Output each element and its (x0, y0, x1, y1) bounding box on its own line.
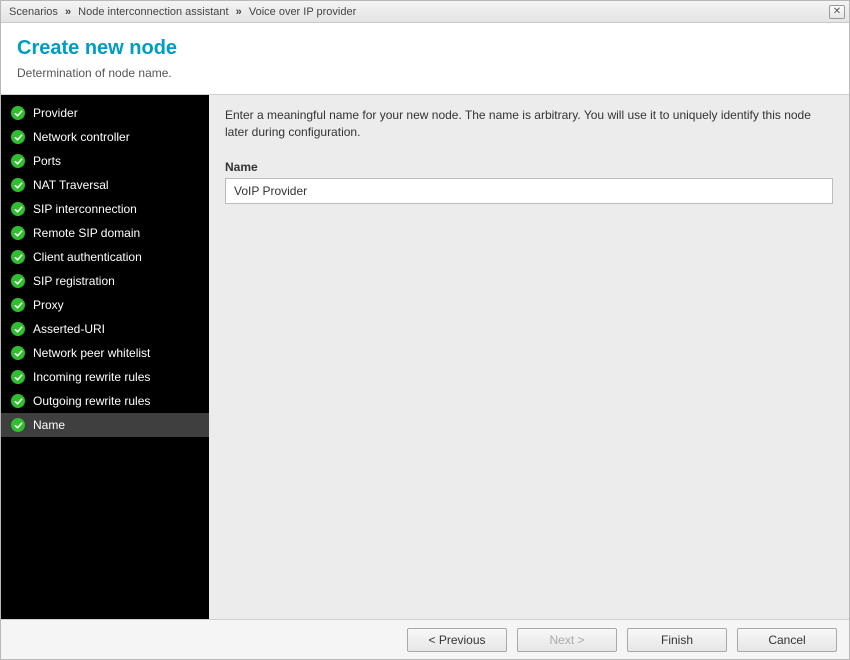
sidebar-step-label: Name (33, 418, 65, 432)
sidebar-step[interactable]: SIP interconnection (1, 197, 209, 221)
sidebar-step[interactable]: Proxy (1, 293, 209, 317)
sidebar-step-label: Remote SIP domain (33, 226, 140, 240)
sidebar-step[interactable]: SIP registration (1, 269, 209, 293)
close-icon: ✕ (833, 6, 841, 17)
check-icon (11, 418, 25, 432)
sidebar-step-label: Provider (33, 106, 78, 120)
sidebar-step[interactable]: NAT Traversal (1, 173, 209, 197)
titlebar: Scenarios » Node interconnection assista… (1, 1, 849, 23)
sidebar-step[interactable]: Ports (1, 149, 209, 173)
sidebar-step[interactable]: Asserted-URI (1, 317, 209, 341)
wizard-footer: < Previous Next > Finish Cancel (1, 619, 849, 659)
breadcrumb: Scenarios » Node interconnection assista… (9, 6, 829, 18)
finish-button[interactable]: Finish (627, 628, 727, 652)
breadcrumb-item: Node interconnection assistant (78, 6, 228, 18)
check-icon (11, 154, 25, 168)
sidebar-step[interactable]: Remote SIP domain (1, 221, 209, 245)
check-icon (11, 370, 25, 384)
name-input[interactable] (225, 178, 833, 204)
wizard-header: Create new node Determination of node na… (1, 23, 849, 95)
page-subtitle: Determination of node name. (17, 66, 833, 80)
check-icon (11, 178, 25, 192)
sidebar-step[interactable]: Client authentication (1, 245, 209, 269)
sidebar-step[interactable]: Name (1, 413, 209, 437)
panel-description: Enter a meaningful name for your new nod… (225, 107, 833, 142)
sidebar-step-label: Incoming rewrite rules (33, 370, 150, 384)
step-sidebar: Provider Network controller Ports NAT Trave… (1, 95, 209, 619)
sidebar-step-label: Network peer whitelist (33, 346, 150, 360)
next-button[interactable]: Next > (517, 628, 617, 652)
close-button[interactable]: ✕ (829, 5, 845, 19)
check-icon (11, 346, 25, 360)
sidebar-step[interactable]: Network peer whitelist (1, 341, 209, 365)
breadcrumb-sep: » (236, 6, 242, 18)
check-icon (11, 226, 25, 240)
check-icon (11, 202, 25, 216)
sidebar-step-label: Asserted-URI (33, 322, 105, 336)
sidebar-step[interactable]: Network controller (1, 125, 209, 149)
sidebar-step-label: Network controller (33, 130, 130, 144)
sidebar-step-label: NAT Traversal (33, 178, 109, 192)
sidebar-step-label: Ports (33, 154, 61, 168)
sidebar-step[interactable]: Outgoing rewrite rules (1, 389, 209, 413)
check-icon (11, 250, 25, 264)
check-icon (11, 298, 25, 312)
sidebar-step-label: Outgoing rewrite rules (33, 394, 150, 408)
wizard-body: Provider Network controller Ports NAT Trave… (1, 95, 849, 619)
content-panel: Enter a meaningful name for your new nod… (209, 95, 849, 619)
sidebar-step-label: SIP registration (33, 274, 115, 288)
previous-button[interactable]: < Previous (407, 628, 507, 652)
sidebar-step-label: SIP interconnection (33, 202, 137, 216)
sidebar-step-label: Client authentication (33, 250, 142, 264)
sidebar-step-label: Proxy (33, 298, 64, 312)
wizard-window: Scenarios » Node interconnection assista… (0, 0, 850, 660)
check-icon (11, 322, 25, 336)
breadcrumb-sep: » (65, 6, 71, 18)
check-icon (11, 274, 25, 288)
page-title: Create new node (17, 37, 833, 60)
check-icon (11, 130, 25, 144)
breadcrumb-item: Voice over IP provider (249, 6, 356, 18)
sidebar-step[interactable]: Provider (1, 101, 209, 125)
name-field-label: Name (225, 160, 833, 174)
check-icon (11, 394, 25, 408)
breadcrumb-item: Scenarios (9, 6, 58, 18)
sidebar-step[interactable]: Incoming rewrite rules (1, 365, 209, 389)
check-icon (11, 106, 25, 120)
cancel-button[interactable]: Cancel (737, 628, 837, 652)
